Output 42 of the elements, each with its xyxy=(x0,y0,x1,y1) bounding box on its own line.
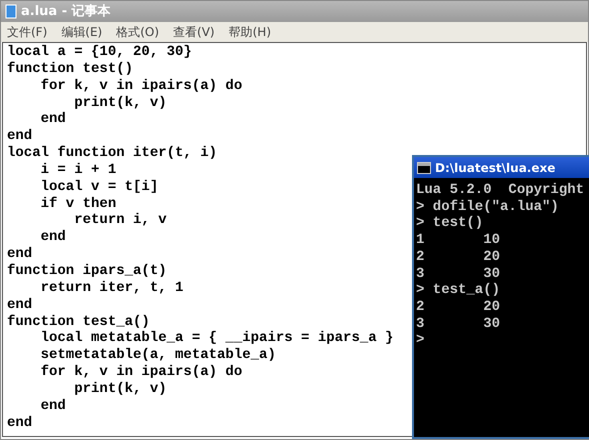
code-line: setmetatable(a, metatable_a) xyxy=(40,347,276,364)
code-line: print(k, v) xyxy=(73,380,167,398)
code-line: end xyxy=(7,414,32,432)
code-line: if v then xyxy=(40,196,116,212)
console-line: 2 20 xyxy=(416,298,500,316)
code-line: end xyxy=(40,229,66,246)
code-line: end xyxy=(7,296,32,314)
console-line: > test_a() xyxy=(416,282,500,299)
code-line: end xyxy=(40,398,66,415)
code-line: i = i + 1 xyxy=(40,162,116,179)
console-line: 1 10 xyxy=(416,232,500,249)
code-line: return i, v xyxy=(73,212,167,230)
code-line: local a = {10, 20, 30} xyxy=(7,44,192,61)
console-title: D:\luatest\lua.exe xyxy=(435,160,556,176)
code-line: function test() xyxy=(7,60,134,78)
code-line: return iter, t, 1 xyxy=(40,280,184,297)
code-line: end xyxy=(40,111,66,128)
window-title: a.lua - 记事本 xyxy=(21,2,111,21)
menu-item[interactable]: 编辑(E) xyxy=(61,23,102,41)
code-line: print(k, v) xyxy=(73,94,167,112)
console-line: > test() xyxy=(416,215,484,232)
console-line: 3 30 xyxy=(416,266,500,282)
menu-item[interactable]: 格式(O) xyxy=(116,23,160,41)
code-line: for k, v in ipairs(a) do xyxy=(40,78,242,95)
console-line: 2 20 xyxy=(416,248,500,266)
menu-item[interactable]: 帮助(H) xyxy=(228,23,271,41)
code-line: function ipars_a(t) xyxy=(7,262,167,280)
console-line: 3 30 xyxy=(416,316,500,332)
code-line: function test_a() xyxy=(7,314,150,330)
code-line: for k, v in ipairs(a) do xyxy=(40,364,242,381)
code-line: end xyxy=(7,128,32,146)
code-line: end xyxy=(7,246,32,263)
console-line: > dofile("a.lua") xyxy=(416,198,559,216)
code-line: local function iter(t, i) xyxy=(7,145,218,162)
console-line: > xyxy=(416,332,424,350)
code-line: local v = t[i] xyxy=(40,178,158,196)
code-line: local metatable_a = { __ipairs = ipars_a } xyxy=(40,330,394,348)
menu-item[interactable]: 文件(F) xyxy=(7,23,48,41)
notepad-icon xyxy=(5,4,17,19)
console-icon xyxy=(417,162,431,174)
console-line: Lua 5.2.0 Copyright xyxy=(416,182,584,199)
menu-item[interactable]: 查看(V) xyxy=(173,23,215,41)
